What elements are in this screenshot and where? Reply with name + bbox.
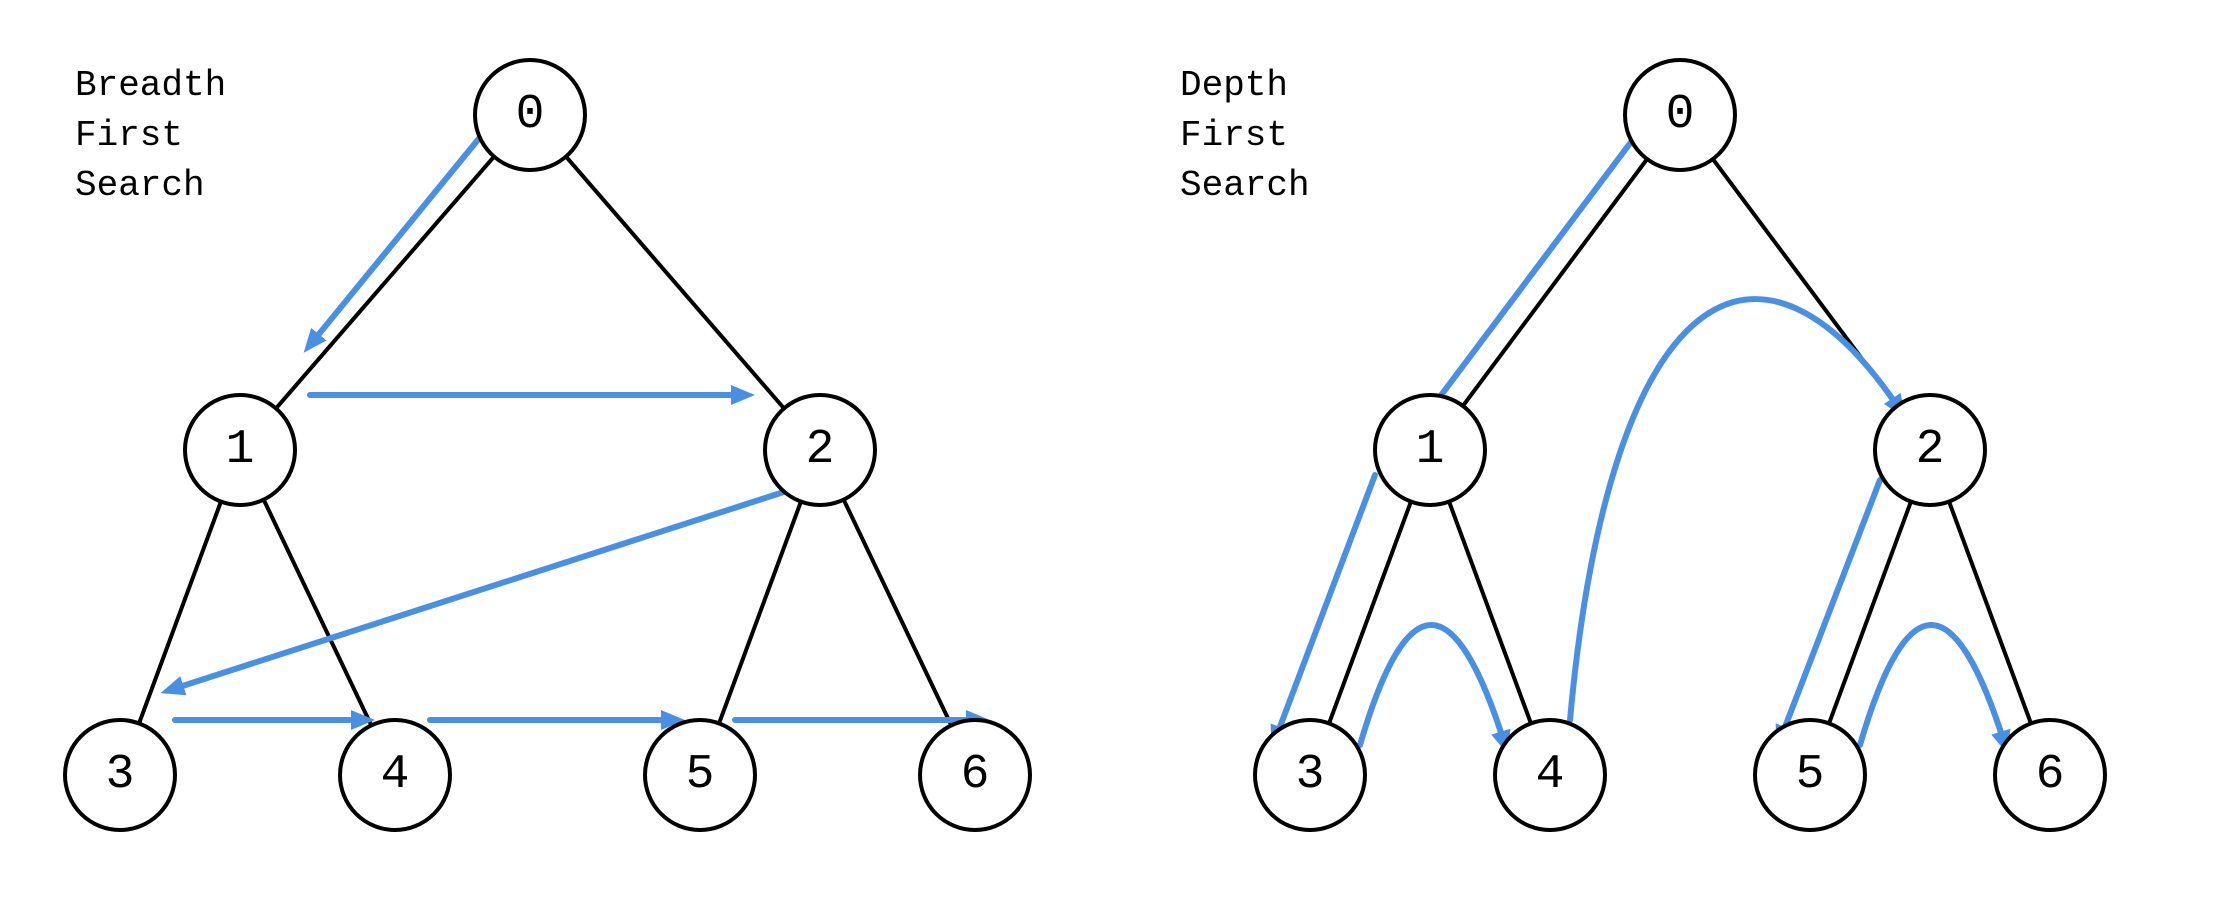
dfs-node-4: 4: [1495, 720, 1605, 830]
bfs-node-4: 4: [340, 720, 450, 830]
dfs-title-line-1: Depth: [1180, 65, 1288, 106]
bfs-node-3: 3: [65, 720, 175, 830]
svg-text:2: 2: [1916, 423, 1945, 477]
bfs-node-0: 0: [475, 60, 585, 170]
svg-text:6: 6: [961, 748, 990, 802]
svg-text:3: 3: [106, 748, 135, 802]
dfs-title-line-3: Search: [1180, 165, 1310, 206]
bfs-title-line-1: Breadth: [75, 65, 226, 106]
bfs-title-line-3: Search: [75, 165, 205, 206]
bfs-node-2: 2: [765, 395, 875, 505]
svg-text:5: 5: [686, 748, 715, 802]
svg-text:1: 1: [1416, 423, 1445, 477]
bfs-title-line-2: First: [75, 115, 183, 156]
dfs-node-2: 2: [1875, 395, 1985, 505]
svg-text:0: 0: [1666, 88, 1695, 142]
svg-text:4: 4: [381, 748, 410, 802]
svg-text:0: 0: [516, 88, 545, 142]
svg-text:5: 5: [1796, 748, 1825, 802]
dfs-diagram: Depth First Search: [1180, 60, 2105, 830]
dfs-node-3: 3: [1255, 720, 1365, 830]
dfs-node-6: 6: [1995, 720, 2105, 830]
svg-text:3: 3: [1296, 748, 1325, 802]
svg-text:1: 1: [226, 423, 255, 477]
svg-text:6: 6: [2036, 748, 2065, 802]
dfs-node-1: 1: [1375, 395, 1485, 505]
bfs-node-6: 6: [920, 720, 1030, 830]
svg-text:2: 2: [806, 423, 835, 477]
dfs-node-5: 5: [1755, 720, 1865, 830]
bfs-node-5: 5: [645, 720, 755, 830]
dfs-node-0: 0: [1625, 60, 1735, 170]
bfs-node-1: 1: [185, 395, 295, 505]
dfs-title-line-2: First: [1180, 115, 1288, 156]
bfs-diagram: Breadth First Search: [65, 60, 1030, 830]
diagram-canvas: Breadth First Search: [0, 0, 2218, 924]
svg-text:4: 4: [1536, 748, 1565, 802]
